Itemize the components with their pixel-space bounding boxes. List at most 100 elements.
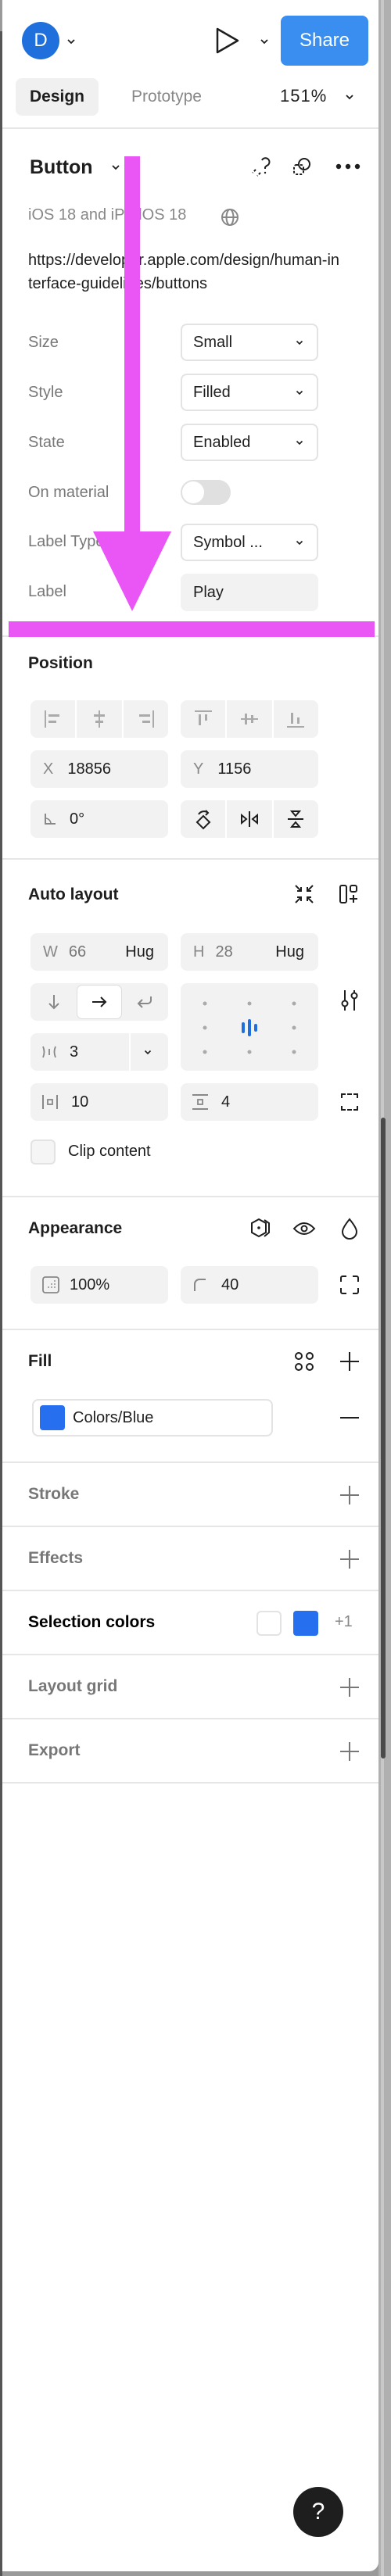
chevron-down-icon xyxy=(296,440,303,445)
gap-value: 3 xyxy=(70,1043,79,1061)
h-sizing-mode[interactable]: Hug xyxy=(275,943,304,961)
fill-style-name: Colors/Blue xyxy=(73,1408,154,1426)
vertical-padding-input[interactable]: 4 xyxy=(181,1083,318,1121)
tab-prototype[interactable]: Prototype xyxy=(120,78,213,116)
remove-auto-layout-button[interactable] xyxy=(292,882,317,907)
w-sizing-mode[interactable]: Hug xyxy=(125,943,154,961)
rotation-value: 0° xyxy=(70,810,85,828)
height-input[interactable]: H 28 Hug xyxy=(181,933,318,971)
horizontal-align-group xyxy=(30,700,168,738)
chevron-down-icon[interactable] xyxy=(259,36,270,47)
clip-content-checkbox[interactable] xyxy=(30,1140,56,1165)
style-dropdown[interactable]: Filled xyxy=(181,374,318,411)
align-vertical-center-button[interactable] xyxy=(227,700,274,738)
opacity-input[interactable]: 100% xyxy=(30,1266,168,1304)
align-top-button[interactable] xyxy=(181,700,228,738)
share-button[interactable]: Share xyxy=(281,16,368,66)
rotation-input[interactable]: 0° xyxy=(30,800,168,838)
chevron-down-icon[interactable] xyxy=(110,162,121,173)
corner-radius-input[interactable]: 40 xyxy=(181,1266,318,1304)
annotation-bar xyxy=(9,621,375,637)
fill-style-row[interactable]: Colors/Blue xyxy=(32,1399,273,1436)
scrollbar-thumb[interactable] xyxy=(381,1118,386,1758)
user-avatar[interactable]: D xyxy=(22,22,59,59)
rotate-icon xyxy=(196,810,211,830)
effects-title: Effects xyxy=(28,1549,84,1567)
help-button[interactable]: ? xyxy=(293,2487,343,2537)
direction-group xyxy=(30,983,168,1021)
properties-panel: D Share Design Prototype 151% Button iOS… xyxy=(2,0,378,2571)
add-stroke-button[interactable] xyxy=(337,1483,362,1508)
drop-icon xyxy=(341,1218,358,1240)
detach-instance-icon[interactable] xyxy=(249,154,274,179)
prop-label-style: Style xyxy=(28,384,63,401)
remove-fill-button[interactable] xyxy=(337,1405,362,1430)
globe-icon[interactable] xyxy=(221,208,239,227)
fill-section xyxy=(2,1330,378,1463)
chevron-down-icon[interactable] xyxy=(344,91,355,102)
align-bottom-button[interactable] xyxy=(274,700,318,738)
variable-mode-button[interactable] xyxy=(248,1216,273,1241)
label-text-input[interactable]: Play xyxy=(181,574,318,611)
direction-horizontal-button[interactable] xyxy=(76,985,123,1019)
layout-add-icon xyxy=(339,885,357,903)
chevron-down-icon[interactable] xyxy=(66,36,77,47)
align-horizontal-center-button[interactable] xyxy=(77,700,124,738)
component-name[interactable]: Button xyxy=(30,156,93,179)
alignment-grid[interactable] xyxy=(181,983,318,1071)
position-title: Position xyxy=(28,654,93,672)
zoom-level[interactable]: 151% xyxy=(280,86,327,106)
layout-grid-title: Layout grid xyxy=(28,1677,118,1695)
add-effect-button[interactable] xyxy=(337,1547,362,1572)
opacity-icon xyxy=(42,1276,59,1293)
individual-corners-button[interactable] xyxy=(337,1272,362,1297)
swap-instance-icon[interactable] xyxy=(289,154,314,179)
tab-design[interactable]: Design xyxy=(16,78,99,116)
label-value: Play xyxy=(193,583,224,601)
flip-vertical-button[interactable] xyxy=(274,800,318,838)
h-label: H xyxy=(193,943,205,961)
visibility-toggle[interactable] xyxy=(292,1216,317,1241)
horizontal-padding-input[interactable]: 10 xyxy=(30,1083,168,1121)
component-source: iOS 18 and iPadOS 18 xyxy=(28,206,187,224)
present-play-icon[interactable] xyxy=(213,25,242,56)
label-type-dropdown[interactable]: Symbol ... xyxy=(181,524,318,561)
style-value: Filled xyxy=(193,383,231,401)
align-left-button[interactable] xyxy=(30,700,77,738)
arrow-right-icon xyxy=(92,996,107,1007)
clip-content-label[interactable]: Clip content xyxy=(68,1143,151,1161)
flip-horizontal-button[interactable] xyxy=(227,800,274,838)
blend-mode-button[interactable] xyxy=(337,1216,362,1241)
more-options-icon[interactable] xyxy=(335,154,361,179)
on-material-toggle[interactable] xyxy=(181,480,231,505)
annotation-arrow-shaft xyxy=(124,156,140,469)
width-input[interactable]: W 66 Hug xyxy=(30,933,168,971)
fill-color-swatch[interactable] xyxy=(40,1405,65,1430)
w-label: W xyxy=(43,943,58,961)
plus-icon xyxy=(340,1550,359,1569)
add-auto-layout-button[interactable] xyxy=(337,882,362,907)
add-layout-grid-button[interactable] xyxy=(337,1675,362,1700)
individual-padding-button[interactable] xyxy=(337,1089,362,1114)
size-dropdown[interactable]: Small xyxy=(181,324,318,361)
add-fill-button[interactable] xyxy=(337,1349,362,1374)
size-value: Small xyxy=(193,333,233,351)
selection-color-blue[interactable] xyxy=(293,1611,318,1636)
selection-colors-more[interactable]: +1 xyxy=(335,1613,353,1631)
state-dropdown[interactable]: Enabled xyxy=(181,424,318,461)
chevron-down-icon[interactable] xyxy=(143,1047,152,1057)
gap-input[interactable]: 3 xyxy=(30,1033,168,1071)
documentation-link[interactable]: https://developer.apple.com/design/human… xyxy=(28,249,341,295)
advanced-layout-settings-button[interactable] xyxy=(337,988,362,1013)
align-right-button[interactable] xyxy=(124,700,168,738)
direction-wrap-button[interactable] xyxy=(122,985,167,1019)
style-library-button[interactable] xyxy=(292,1349,317,1374)
rotate-90-button[interactable] xyxy=(181,800,228,838)
vertical-align-group xyxy=(181,700,318,738)
wrap-icon xyxy=(137,996,152,1008)
selection-color-white[interactable] xyxy=(256,1611,282,1636)
y-position-input[interactable]: Y 1156 xyxy=(181,750,318,788)
x-position-input[interactable]: X 18856 xyxy=(30,750,168,788)
add-export-button[interactable] xyxy=(337,1739,362,1764)
direction-vertical-button[interactable] xyxy=(32,985,77,1019)
